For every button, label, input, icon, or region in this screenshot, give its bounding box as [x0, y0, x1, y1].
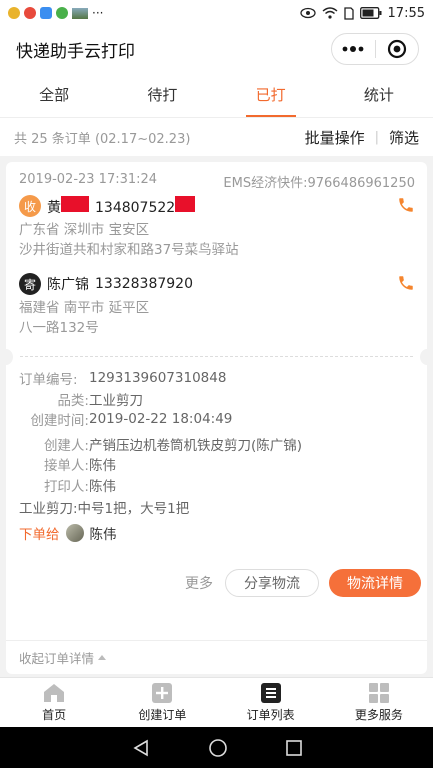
order-no-value: 1293139607310848 — [89, 370, 227, 387]
phone-icon[interactable] — [397, 196, 415, 214]
more-dots-icon — [342, 46, 364, 52]
app-icon-4 — [56, 7, 68, 19]
order-created-at: 2019-02-23 17:31:24 — [19, 172, 158, 187]
sim-icon — [343, 6, 354, 20]
recipient-name: 黄 — [47, 195, 89, 217]
home-icon — [44, 683, 65, 702]
order-details: 订单编号: 1293139607310848 品类: 工业剪刀 创建时间: 2019-… — [6, 368, 427, 543]
send-badge: 寄 — [19, 273, 41, 295]
action-divider: | — [374, 129, 379, 145]
logistics-detail-button[interactable]: 物流详情 — [329, 569, 421, 597]
tab-printed[interactable]: 已打 — [217, 72, 325, 117]
ticket-perforation — [0, 346, 433, 368]
recipient-address-region: 广东省 深圳市 宝安区 — [19, 222, 150, 238]
collapse-details-toggle[interactable]: 收起订单详情 — [6, 640, 427, 674]
receive-badge: 收 — [19, 195, 41, 217]
clock: 17:55 — [387, 5, 425, 21]
overflow-indicator: ··· — [92, 6, 104, 20]
filter-button[interactable]: 筛选 — [389, 127, 419, 148]
sender-address-region: 福建省 南平市 延平区 — [19, 300, 150, 316]
recipient-block: 收 黄 134807522 广东省 深圳市 宝安区 沙井街道共和村家和路37号菜… — [6, 192, 427, 260]
app-icon-1 — [8, 7, 20, 19]
printer-value: 陈伟 — [89, 478, 116, 495]
nav-home[interactable]: 首页 — [0, 678, 108, 727]
system-navigation-bar — [0, 727, 433, 768]
tab-all[interactable]: 全部 — [0, 72, 108, 117]
home-circle-icon[interactable] — [208, 738, 228, 758]
wifi-icon — [322, 7, 337, 19]
order-note: 工业剪刀:中号1把，大号1把 — [19, 501, 190, 517]
more-button[interactable]: 更多 — [185, 573, 213, 593]
list-icon — [260, 682, 281, 703]
mini-program-capsule — [331, 33, 419, 65]
redaction-mark — [61, 195, 89, 212]
order-actions: 更多 分享物流 物流详情 — [6, 569, 427, 597]
app-icon-3 — [40, 7, 52, 19]
plus-square-icon — [152, 682, 173, 703]
nav-order-list[interactable]: 订单列表 — [217, 678, 325, 727]
back-icon[interactable] — [132, 739, 150, 757]
printer-label: 打印人: — [43, 478, 89, 495]
category-label: 品类: — [57, 392, 89, 409]
batch-operation-button[interactable]: 批量操作 — [305, 127, 365, 148]
nav-more-services[interactable]: 更多服务 — [325, 678, 433, 727]
status-bar: ··· 17:55 — [0, 0, 433, 26]
recents-icon[interactable] — [285, 739, 302, 756]
assigned-name: 陈伟 — [89, 527, 117, 543]
share-logistics-button[interactable]: 分享物流 — [225, 569, 319, 597]
more-menu-button[interactable] — [332, 34, 375, 64]
nav-home-label: 首页 — [42, 707, 67, 722]
image-thumb-icon — [72, 7, 88, 19]
sender-name: 陈广锦 — [47, 277, 89, 293]
order-count-text: 共 25 条订单 (02.17~02.23) — [14, 131, 191, 147]
sender-address-street: 八一路132号 — [19, 320, 99, 336]
assigned-row: 下单给 陈伟 — [19, 523, 415, 543]
app-icon-2 — [24, 7, 36, 19]
taker-label: 接单人: — [43, 458, 89, 475]
app-title: 快递助手云打印 — [16, 41, 135, 62]
recipient-phone: 134807522 — [95, 196, 196, 216]
tab-statistics[interactable]: 统计 — [325, 72, 433, 117]
order-no-label: 订单编号: — [19, 372, 78, 389]
taker-value: 陈伟 — [89, 458, 116, 475]
order-card: 2019-02-23 17:31:24 EMS经济快件:976648696125… — [0, 162, 433, 674]
recipient-phone-text: 134807522 — [95, 200, 176, 216]
nav-create-order-label: 创建订单 — [138, 707, 187, 722]
order-status-tabs: 全部 待打 已打 统计 — [0, 72, 433, 118]
bottom-nav: 首页 创建订单 订单列表 更多服务 — [0, 677, 433, 727]
creator-label: 创建人: — [43, 437, 89, 454]
nav-order-list-label: 订单列表 — [246, 707, 295, 722]
create-time-value: 2019-02-22 18:04:49 — [89, 411, 233, 428]
order-card-header: 2019-02-23 17:31:24 EMS经济快件:976648696125… — [6, 162, 427, 192]
target-close-icon — [387, 39, 406, 59]
collapse-label: 收起订单详情 — [19, 651, 95, 666]
sender-phone: 13328387920 — [95, 276, 193, 292]
creator-value: 产销压边机卷筒机铁皮剪刀(陈广锦) — [89, 437, 303, 454]
notification-icons: ··· — [8, 6, 103, 20]
recipient-name-text: 黄 — [47, 199, 61, 216]
title-bar: 快递助手云打印 — [0, 26, 433, 72]
phone-icon[interactable] — [397, 274, 415, 292]
chevron-up-icon — [98, 655, 107, 660]
redaction-mark — [175, 196, 196, 212]
tab-pending[interactable]: 待打 — [108, 72, 216, 117]
tracking-number: EMS经济快件:9766486961250 — [223, 176, 415, 191]
eye-icon — [299, 7, 316, 19]
sender-block: 寄 陈广锦 13328387920 福建省 南平市 延平区 八一路132号 — [6, 270, 427, 338]
avatar — [65, 524, 84, 542]
battery-icon — [359, 7, 382, 19]
close-mini-program-button[interactable] — [376, 34, 419, 64]
category-value: 工业剪刀 — [89, 392, 143, 409]
order-summary-bar: 共 25 条订单 (02.17~02.23) 批量操作 | 筛选 — [0, 118, 433, 156]
create-time-label: 创建时间: — [30, 413, 89, 430]
recipient-address-street: 沙井街道共和村家和路37号菜鸟驿站 — [19, 242, 239, 258]
assigned-label: 下单给 — [19, 527, 60, 543]
nav-more-services-label: 更多服务 — [354, 707, 403, 722]
nav-create-order[interactable]: 创建订单 — [108, 678, 216, 727]
grid-icon — [368, 682, 389, 703]
